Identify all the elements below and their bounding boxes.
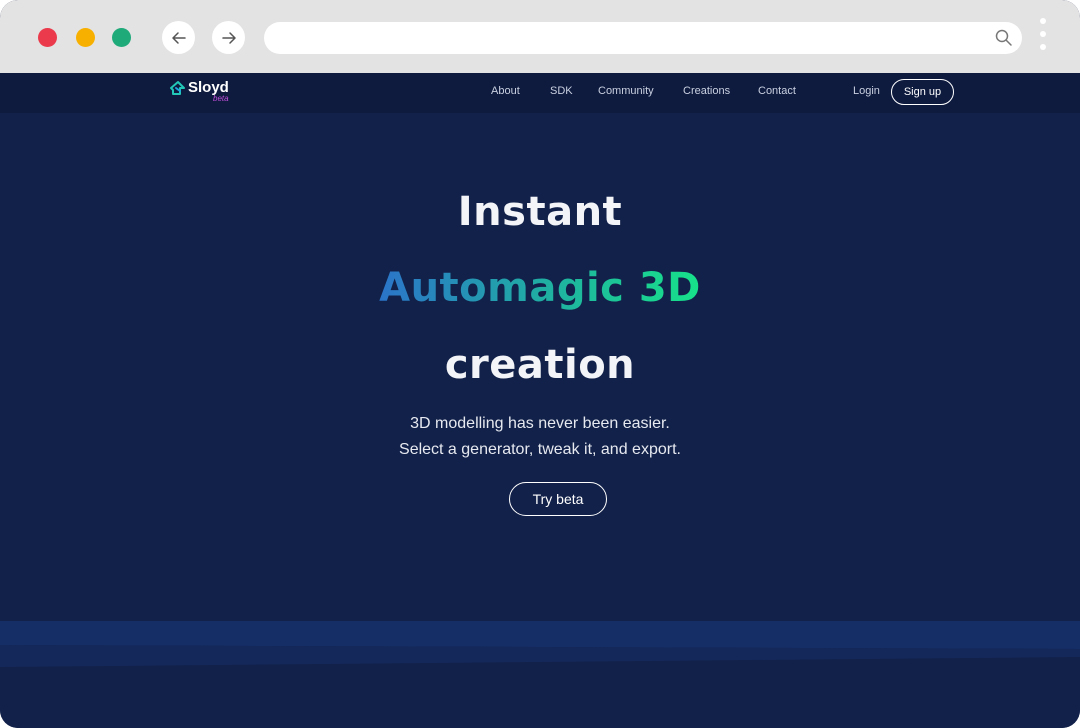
- more-options-icon[interactable]: [1037, 18, 1049, 56]
- arrow-right-icon: [221, 31, 236, 44]
- nav-link-community[interactable]: Community: [598, 85, 654, 97]
- try-beta-button[interactable]: Try beta: [509, 482, 607, 516]
- nav-link-contact[interactable]: Contact: [758, 85, 796, 97]
- arrow-left-icon: [171, 31, 186, 44]
- address-bar[interactable]: [264, 22, 1022, 54]
- sloyd-logo-icon: [170, 81, 185, 95]
- site-navbar: Sloyd beta About SDK Community Creations…: [0, 73, 1080, 113]
- hero-subtitle-2: Select a generator, tweak it, and export…: [399, 441, 681, 458]
- minimize-window-button[interactable]: [76, 28, 95, 47]
- maximize-window-button[interactable]: [112, 28, 131, 47]
- hero-subtitle-1: 3D modelling has never been easier.: [410, 415, 670, 432]
- sloyd-logo[interactable]: Sloyd beta: [169, 79, 239, 107]
- nav-link-about[interactable]: About: [491, 85, 520, 97]
- signup-button[interactable]: Sign up: [891, 79, 954, 105]
- browser-toolbar: [0, 0, 1080, 73]
- forward-button[interactable]: [212, 21, 245, 54]
- hero-title-line-1: Instant: [457, 189, 623, 235]
- back-button[interactable]: [162, 21, 195, 54]
- beta-tag: beta: [213, 94, 229, 103]
- browser-window: Sloyd beta About SDK Community Creations…: [0, 0, 1080, 728]
- search-icon[interactable]: [994, 28, 1014, 48]
- hero-title-line-2: Automagic 3D: [0, 265, 1080, 311]
- decorative-wave: [0, 621, 1080, 667]
- hero-section: Instant Automagic 3D creation 3D modelli…: [0, 113, 1080, 728]
- login-link[interactable]: Login: [853, 85, 880, 97]
- hero-title-line-3: creation: [444, 342, 636, 388]
- nav-link-sdk[interactable]: SDK: [550, 85, 573, 97]
- hero-title-highlight: Automagic 3D: [379, 265, 701, 311]
- close-window-button[interactable]: [38, 28, 57, 47]
- nav-link-creations[interactable]: Creations: [683, 85, 730, 97]
